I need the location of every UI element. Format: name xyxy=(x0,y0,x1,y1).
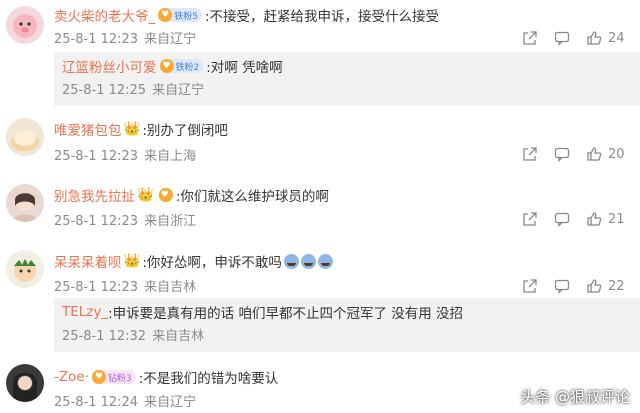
avatar-image xyxy=(14,259,36,282)
username-link[interactable]: 卖火柴的老大爷_ xyxy=(54,5,155,25)
username-link[interactable]: 唯爱猪包包 xyxy=(54,119,122,139)
comment-icon[interactable] xyxy=(554,146,570,162)
fan-badge-icon: ♥ xyxy=(158,8,173,22)
avatar[interactable] xyxy=(6,6,44,44)
avatar-image xyxy=(12,193,38,222)
like-icon[interactable] xyxy=(586,278,602,294)
comment-icon[interactable] xyxy=(554,211,570,227)
reply-username-link[interactable]: TELzy_ xyxy=(62,304,108,320)
like-icon[interactable] xyxy=(586,30,602,46)
comment-actions: 21 xyxy=(520,211,640,231)
like-icon[interactable] xyxy=(586,211,602,227)
avatar[interactable] xyxy=(6,184,44,222)
like-count: 22 xyxy=(608,279,625,294)
comment-line: 唯爱猪包包 👑 :别办了倒闭吧 xyxy=(54,118,228,140)
comment-icon[interactable] xyxy=(554,278,570,294)
comment-line: 别急我先拉扯 👑 ♥ :你们就这么维护球员的啊 xyxy=(54,184,329,206)
fan-badge-icon: ♥ xyxy=(159,59,174,73)
comment-meta: 25-8-1 12:23 来自上海 xyxy=(54,145,202,164)
comment-actions: 20 xyxy=(520,146,640,166)
reply-location: 来自辽宁 xyxy=(152,83,205,98)
crown-icon: 👑 xyxy=(123,253,141,269)
share-icon[interactable] xyxy=(522,278,538,294)
username-link[interactable]: -Zoe· xyxy=(54,369,89,385)
comment-line: -Zoe· ♥ 钻粉3 :不是我们的错为啥要认 xyxy=(54,366,278,388)
reply-date: 25-8-1 12:25 xyxy=(62,83,147,98)
share-icon[interactable] xyxy=(522,211,538,227)
comment-date: 25-8-1 12:23 xyxy=(54,32,139,47)
username-link[interactable]: 呆呆呆着呗 xyxy=(54,251,122,271)
sad-emoji-icon xyxy=(283,253,299,269)
comment-4: 呆呆呆着呗 👑 :你好怂啊，申诉不敢吗 25-8-1 12:23 来自吉林 22 … xyxy=(0,244,640,356)
reply-meta: 25-8-1 12:25 来自辽宁 xyxy=(62,79,210,98)
reply-box: TELzy_ :申诉要是真有用的话 咱们早都不止四个冠军了 没有用 没招 25-… xyxy=(54,298,640,352)
comment-actions: 22 xyxy=(520,278,640,298)
reply-line: TELzy_ :申诉要是真有用的话 咱们早都不止四个冠军了 没有用 没招 xyxy=(62,301,463,323)
comment-line: 呆呆呆着呗 👑 :你好怂啊，申诉不敢吗 xyxy=(54,250,333,272)
comment-text: :别办了倒闭吧 xyxy=(142,123,228,139)
crown-icon: 👑 xyxy=(137,187,154,203)
avatar-image xyxy=(11,130,39,151)
username-link[interactable]: 别急我先拉扯 xyxy=(54,185,135,205)
comment-meta: 25-8-1 12:23 来自吉林 xyxy=(54,276,202,295)
comment-line: 卖火柴的老大爷_ ♥ 铁粉5 :不接受，赶紧给我申诉，接受什么接受 xyxy=(54,4,439,26)
like-count: 21 xyxy=(608,212,625,227)
comment-text: :你好怂啊，申诉不敢吗 xyxy=(142,255,282,271)
crown-icon: 👑 xyxy=(123,121,141,137)
comment-text: :你们就这么维护球员的啊 xyxy=(175,189,329,205)
comment-icon[interactable] xyxy=(554,30,570,46)
comment-date: 25-8-1 12:23 xyxy=(54,280,139,295)
comment-actions: 24 xyxy=(520,30,640,50)
comment-location: 来自辽宁 xyxy=(144,395,197,410)
avatar-image xyxy=(13,14,37,38)
fan-badge-icon: ♥ xyxy=(91,370,106,384)
comment-1: 卖火柴的老大爷_ ♥ 铁粉5 :不接受，赶紧给我申诉，接受什么接受 25-8-1 … xyxy=(0,0,640,112)
fan-badge: ♥ 钻粉3 xyxy=(91,370,136,384)
avatar-image xyxy=(13,372,37,402)
reply-text: :申诉要是真有用的话 咱们早都不止四个冠军了 没有用 没招 xyxy=(108,306,464,322)
comment-date: 25-8-1 12:23 xyxy=(54,214,139,229)
comment-text: :不接受，赶紧给我申诉，接受什么接受 xyxy=(204,9,440,25)
fan-badge-label: 铁粉5 xyxy=(174,11,198,22)
comment-2: 唯爱猪包包 👑 :别办了倒闭吧 25-8-1 12:23 来自上海 20 xyxy=(0,112,640,172)
reply-date: 25-8-1 12:32 xyxy=(62,329,147,344)
comment-meta: 25-8-1 12:23 来自辽宁 xyxy=(54,28,202,47)
fan-badge: ♥ 铁粉5 xyxy=(158,8,202,22)
comment-location: 来自辽宁 xyxy=(144,32,197,47)
share-icon[interactable] xyxy=(522,30,538,46)
comment-3: 别急我先拉扯 👑 ♥ :你们就这么维护球员的啊 25-8-1 12:23 来自浙江… xyxy=(0,178,640,238)
fan-badge: ♥ 铁粉2 xyxy=(159,59,204,73)
comment-date: 25-8-1 12:23 xyxy=(54,149,139,164)
fan-badge-icon: ♥ xyxy=(158,188,173,202)
fan-badge-label: 铁粉2 xyxy=(175,62,200,73)
reply-box: 辽篮粉丝小可爱 ♥ 铁粉2 :对啊 凭啥啊 25-8-1 12:25 来自辽宁 xyxy=(54,52,640,106)
comment-text: :不是我们的错为啥要认 xyxy=(138,371,279,387)
like-icon[interactable] xyxy=(586,146,602,162)
share-icon[interactable] xyxy=(522,146,538,162)
avatar[interactable] xyxy=(6,364,44,402)
comment-location: 来自浙江 xyxy=(144,214,197,229)
like-count: 24 xyxy=(608,31,625,46)
comment-date: 25-8-1 12:24 xyxy=(54,395,139,410)
reply-line: 辽篮粉丝小可爱 ♥ 铁粉2 :对啊 凭啥啊 xyxy=(62,55,283,77)
comment-meta: 25-8-1 12:24 来自辽宁 xyxy=(54,391,202,410)
sad-emoji-icon xyxy=(317,253,333,269)
sad-emoji-icon xyxy=(300,253,316,269)
reply-username-link[interactable]: 辽篮粉丝小可爱 xyxy=(62,56,157,76)
watermark: 头条 @狠叔评论 xyxy=(520,388,630,406)
comment-location: 来自吉林 xyxy=(144,280,197,295)
reply-text: :对啊 凭啥啊 xyxy=(206,60,283,76)
avatar[interactable] xyxy=(6,250,44,288)
reply-location: 来自吉林 xyxy=(152,329,205,344)
avatar[interactable] xyxy=(6,118,44,156)
fan-badge-label: 钻粉3 xyxy=(107,373,132,384)
like-count: 20 xyxy=(608,147,625,162)
reply-meta: 25-8-1 12:32 来自吉林 xyxy=(62,325,210,344)
comment-meta: 25-8-1 12:23 来自浙江 xyxy=(54,210,202,229)
comment-location: 来自上海 xyxy=(144,149,197,164)
